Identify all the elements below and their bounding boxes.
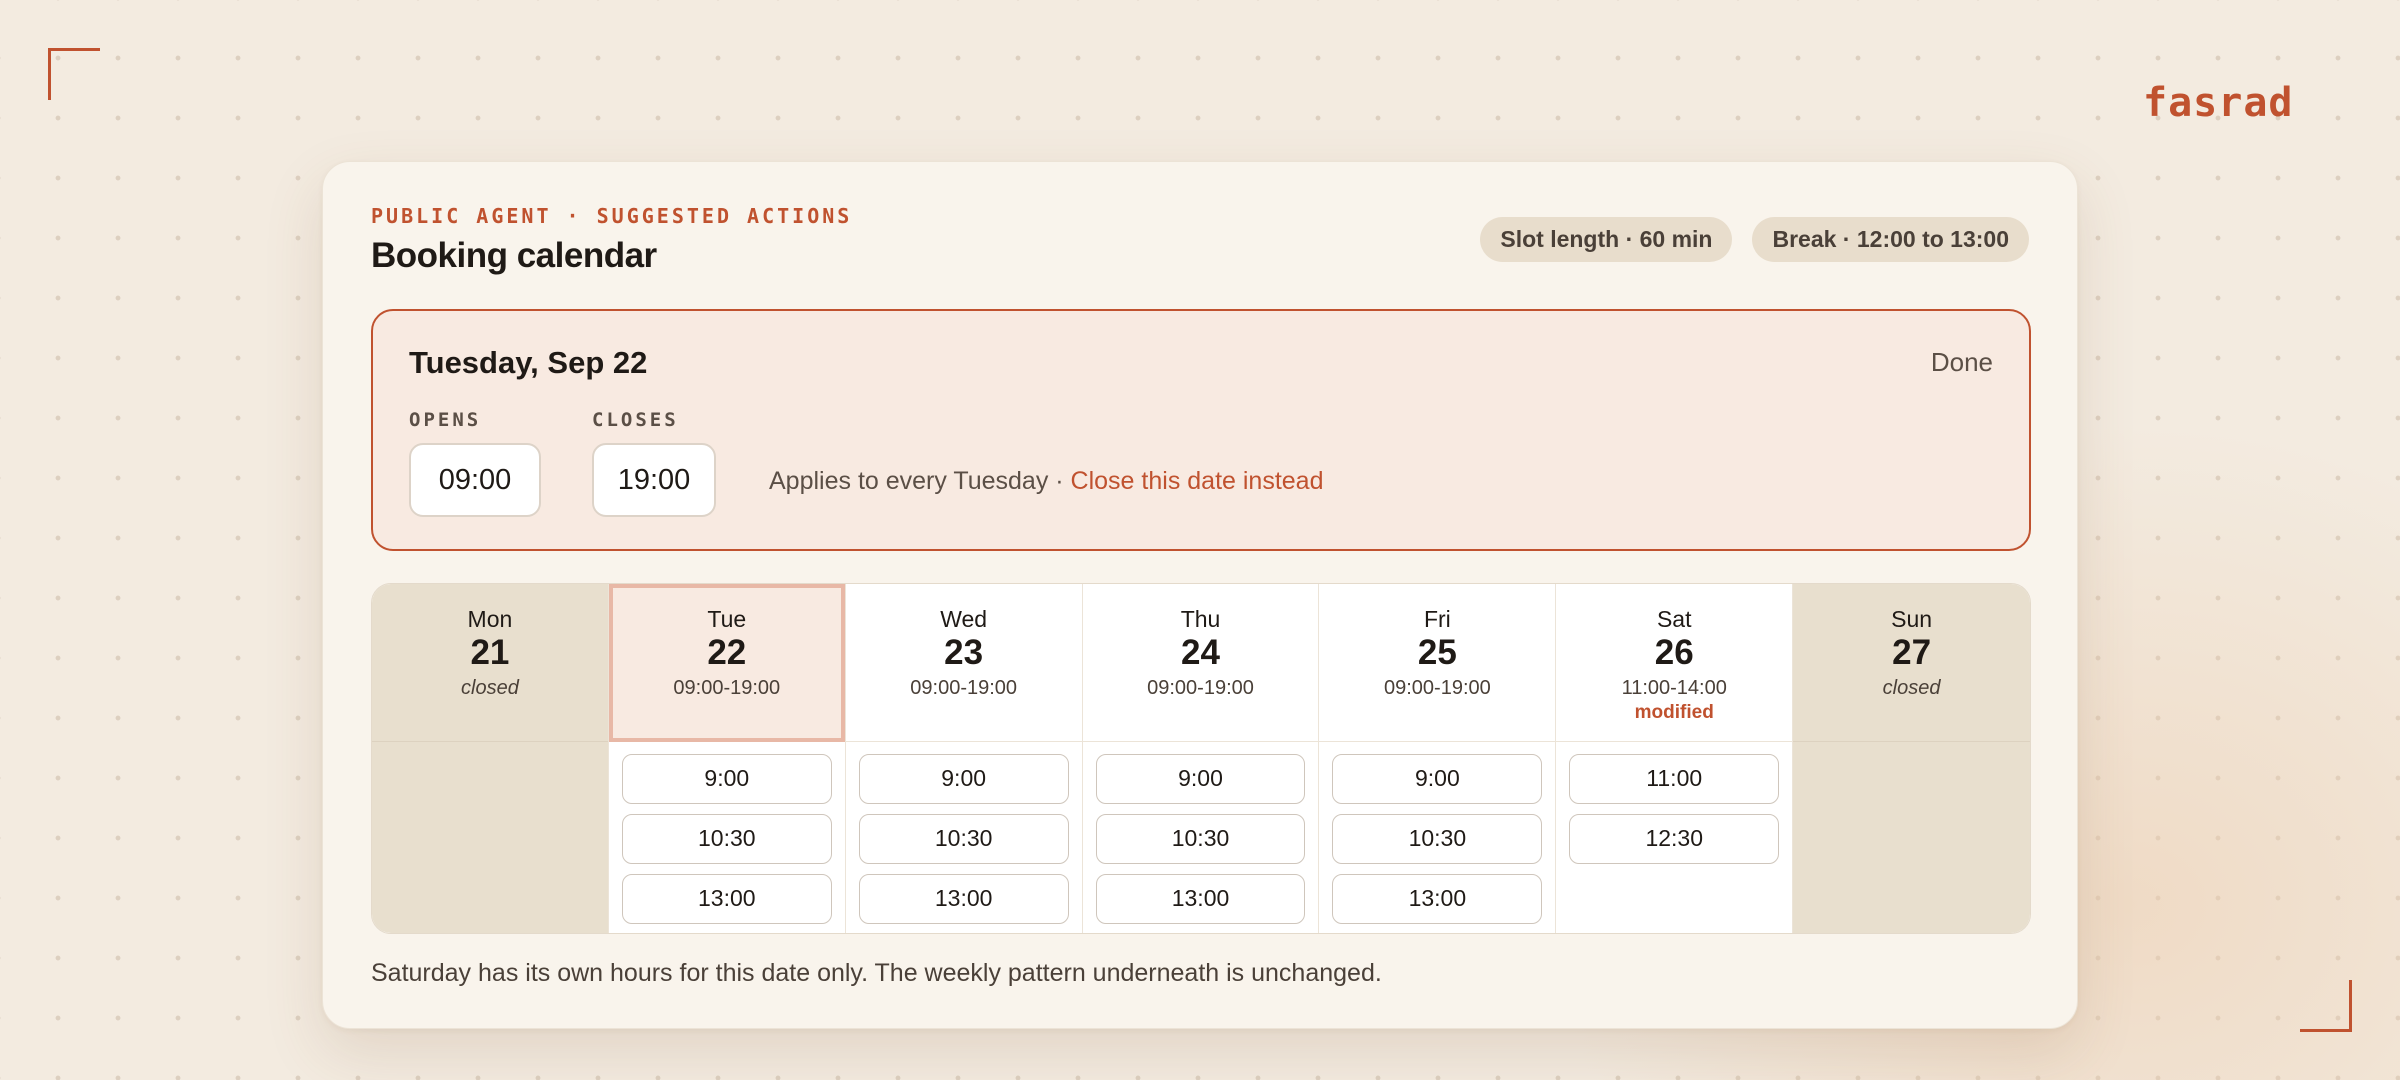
time-slot-button[interactable]: 13:00 <box>858 874 1069 924</box>
time-slot-button[interactable]: 10:30 <box>858 814 1069 864</box>
day-header-tue[interactable]: Tue 22 09:00-19:00 <box>608 584 845 742</box>
day-header-sun[interactable]: Sun 27 closed <box>1793 584 2030 742</box>
day-name: Sun <box>1891 606 1933 632</box>
time-slot-button[interactable]: 10:30 <box>621 814 832 864</box>
brand-logo: fasrad <box>2143 80 2294 126</box>
day-name: Thu <box>1180 606 1221 632</box>
day-header-fri[interactable]: Fri 25 09:00-19:00 <box>1319 584 1556 742</box>
opens-time-input[interactable]: 09:00 <box>409 443 541 517</box>
day-number: 26 <box>1654 633 1694 672</box>
day-number: 27 <box>1892 633 1932 672</box>
time-slot-button[interactable]: 13:00 <box>1332 874 1543 924</box>
modified-badge: modified <box>1634 702 1714 723</box>
time-slot-button[interactable]: 13:00 <box>621 874 832 924</box>
day-column-sun: Sun 27 closed <box>1793 584 2030 933</box>
day-column-wed: Wed 23 09:00-19:00 9:00 10:30 13:00 <box>845 584 1083 933</box>
close-date-link[interactable]: Close this date instead <box>1071 467 1324 495</box>
eyebrow-label: PUBLIC AGENT · SUGGESTED ACTIONS <box>371 204 853 228</box>
day-number: 22 <box>707 633 747 672</box>
time-slot-button[interactable]: 12:30 <box>1569 814 1780 864</box>
page-title: Booking calendar <box>371 236 657 275</box>
day-number: 25 <box>1417 633 1457 672</box>
slot-list: 9:00 10:30 13:00 <box>846 742 1082 924</box>
day-number: 24 <box>1181 633 1220 672</box>
editor-date-title: Tuesday, Sep 22 <box>409 345 648 380</box>
day-name: Sat <box>1656 606 1692 632</box>
slot-length-pill: Slot length · 60 min <box>1480 217 1733 262</box>
day-name: Tue <box>707 606 747 632</box>
applies-note: Applies to every Tuesday · Close this da… <box>769 467 1323 496</box>
closes-time-input[interactable]: 19:00 <box>592 443 716 517</box>
date-hours-editor: Tuesday, Sep 22 Done OPENS 09:00 CLOSES … <box>371 309 2031 551</box>
time-slot-button[interactable]: 9:00 <box>1332 754 1543 804</box>
day-column-tue: Tue 22 09:00-19:00 9:00 10:30 13:00 <box>608 584 846 933</box>
day-hours: 09:00-19:00 <box>1383 677 1491 699</box>
slot-list: 11:00 12:30 <box>1556 742 1792 864</box>
opens-label: OPENS <box>409 409 482 431</box>
time-slot-button[interactable]: 9:00 <box>858 754 1069 804</box>
break-pill: Break · 12:00 to 13:00 <box>1752 217 2029 262</box>
day-name: Fri <box>1423 606 1451 632</box>
slot-list: 9:00 10:30 13:00 <box>609 742 845 924</box>
day-column-sat: Sat 26 11:00-14:00 modified 11:00 12:30 <box>1556 584 1794 933</box>
day-header-thu[interactable]: Thu 24 09:00-19:00 <box>1082 584 1319 742</box>
day-name: Wed <box>940 606 988 632</box>
booking-calendar-card: PUBLIC AGENT · SUGGESTED ACTIONS Booking… <box>322 161 2078 1029</box>
applies-text: Applies to every Tuesday · <box>769 467 1071 495</box>
day-hours: 09:00-19:00 <box>910 677 1018 699</box>
day-closed-label: closed <box>1882 677 1941 699</box>
time-slot-button[interactable]: 9:00 <box>1095 754 1306 804</box>
day-closed-label: closed <box>461 677 519 699</box>
footnote-text: Saturday has its own hours for this date… <box>371 959 1382 987</box>
settings-pills: Slot length · 60 min Break · 12:00 to 13… <box>1480 217 2029 262</box>
day-header-wed[interactable]: Wed 23 09:00-19:00 <box>845 584 1082 742</box>
day-number: 21 <box>470 633 510 672</box>
corner-mark-bottom-right <box>2300 980 2352 1032</box>
day-hours: 09:00-19:00 <box>1147 677 1254 699</box>
time-slot-button[interactable]: 11:00 <box>1569 754 1780 804</box>
day-header-sat[interactable]: Sat 26 11:00-14:00 modified <box>1556 584 1793 742</box>
slot-list: 9:00 10:30 13:00 <box>1319 742 1555 924</box>
day-column-mon: Mon 21 closed <box>372 584 609 933</box>
day-header-mon[interactable]: Mon 21 closed <box>372 584 608 742</box>
week-grid: Mon 21 closed Tue 22 09:00-19:00 9:00 10… <box>371 583 2031 934</box>
day-number: 23 <box>944 633 984 672</box>
time-slot-button[interactable]: 13:00 <box>1095 874 1306 924</box>
closes-label: CLOSES <box>592 409 679 431</box>
time-slot-button[interactable]: 10:30 <box>1332 814 1543 864</box>
day-column-thu: Thu 24 09:00-19:00 9:00 10:30 13:00 <box>1082 584 1320 933</box>
day-name: Mon <box>467 606 513 632</box>
time-slot-button[interactable]: 9:00 <box>621 754 832 804</box>
corner-mark-top-left <box>48 48 100 100</box>
time-slot-button[interactable]: 10:30 <box>1095 814 1306 864</box>
done-button[interactable]: Done <box>1931 347 1993 378</box>
day-hours: 11:00-14:00 <box>1621 677 1727 699</box>
day-column-fri: Fri 25 09:00-19:00 9:00 10:30 13:00 <box>1319 584 1557 933</box>
slot-list: 9:00 10:30 13:00 <box>1083 742 1319 924</box>
day-hours: 09:00-19:00 <box>673 677 781 699</box>
